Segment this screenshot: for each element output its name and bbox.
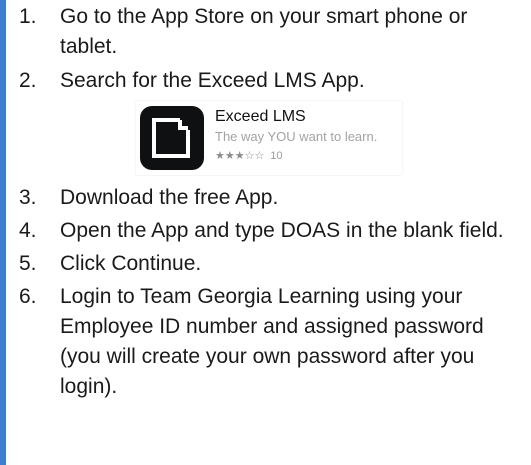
app-tagline: The way YOU want to learn. — [215, 129, 378, 144]
list-item: 3. Download the free App. — [0, 183, 531, 213]
rating-stars: ★★★☆☆ — [215, 150, 265, 162]
step-number: 1. — [19, 5, 37, 28]
step-text: Click Continue. — [60, 252, 202, 275]
step-number: 4. — [19, 219, 37, 242]
step-text: Login to Team Georgia Learning using you… — [60, 285, 484, 398]
review-count: 10 — [270, 150, 283, 162]
step-number: 2. — [19, 69, 37, 92]
step-number: 3. — [19, 186, 37, 209]
step-text: Download the free App. — [60, 186, 279, 209]
exceed-lms-logo-icon — [140, 106, 204, 170]
list-item: 1. Go to the App Store on your smart pho… — [0, 2, 531, 62]
instruction-list: 1. Go to the App Store on your smart pho… — [0, 0, 531, 402]
app-store-card: Exceed LMS The way YOU want to learn. ★★… — [136, 101, 402, 175]
step-number: 5. — [19, 252, 37, 275]
app-card-row: Exceed LMS The way YOU want to learn. ★★… — [0, 101, 531, 175]
step-number: 6. — [19, 285, 37, 308]
app-rating: ★★★☆☆ 10 — [215, 149, 283, 163]
list-item: 4. Open the App and type DOAS in the bla… — [0, 216, 531, 246]
list-item: 6. Login to Team Georgia Learning using … — [0, 282, 531, 402]
step-text: Search for the Exceed LMS App. — [60, 69, 365, 92]
app-name: Exceed LMS — [215, 108, 306, 125]
step-text: Open the App and type DOAS in the blank … — [60, 219, 504, 242]
list-item: 2. Search for the Exceed LMS App. — [0, 66, 531, 96]
step-text: Go to the App Store on your smart phone … — [60, 5, 468, 58]
list-item: 5. Click Continue. — [0, 249, 531, 279]
